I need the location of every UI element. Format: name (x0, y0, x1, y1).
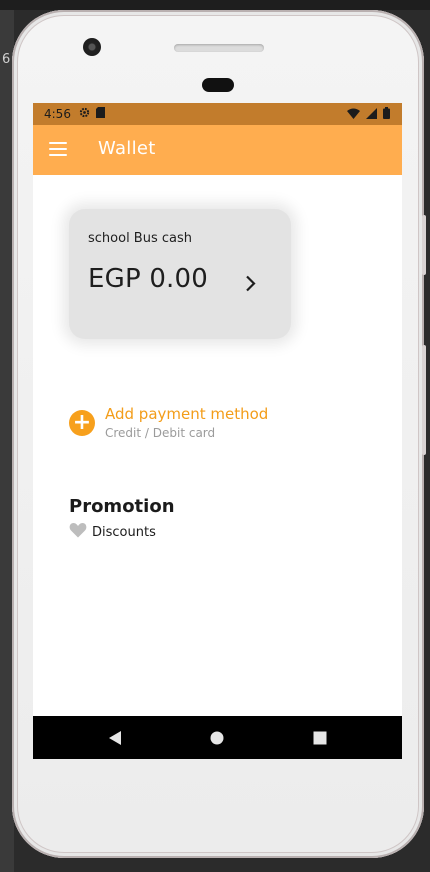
status-bar: 4:56 (33, 103, 402, 125)
device-screen: 4:56 Wallet school Bus cash EGP 0.00 + A… (33, 103, 402, 759)
earpiece-speaker (174, 44, 264, 52)
background-edge-text: 6 (2, 52, 11, 67)
volume-button[interactable] (422, 215, 426, 275)
page-title: Wallet (98, 138, 156, 159)
add-payment-method-button[interactable]: + Add payment method Credit / Debit card (69, 403, 309, 447)
chevron-right-icon (245, 275, 256, 296)
recents-icon[interactable] (311, 729, 329, 747)
battery-icon (383, 107, 390, 122)
sd-card-icon (95, 107, 105, 121)
discounts-label: Discounts (92, 524, 156, 540)
background-strip (0, 0, 430, 10)
settings-icon (79, 107, 90, 121)
wallet-card-label: school Bus cash (88, 231, 192, 246)
home-icon[interactable] (208, 729, 226, 747)
power-button[interactable] (422, 345, 426, 455)
camera-icon (83, 38, 101, 56)
heart-icon (69, 522, 87, 542)
add-payment-subtitle: Credit / Debit card (105, 426, 216, 440)
status-time: 4:56 (44, 107, 71, 121)
app-bar: Wallet (33, 125, 402, 175)
proximity-sensor (202, 78, 234, 92)
add-payment-title: Add payment method (105, 405, 269, 423)
back-icon[interactable] (107, 729, 125, 747)
system-navigation-bar (33, 716, 402, 759)
wallet-balance-amount: EGP 0.00 (88, 264, 209, 294)
add-circle-icon: + (69, 410, 95, 436)
promotion-heading: Promotion (69, 496, 175, 517)
signal-icon (366, 107, 377, 122)
hamburger-menu-icon[interactable] (49, 142, 67, 156)
discounts-item[interactable]: Discounts (69, 522, 156, 542)
wallet-balance-card[interactable]: school Bus cash EGP 0.00 (69, 209, 291, 339)
wifi-icon (347, 108, 360, 122)
